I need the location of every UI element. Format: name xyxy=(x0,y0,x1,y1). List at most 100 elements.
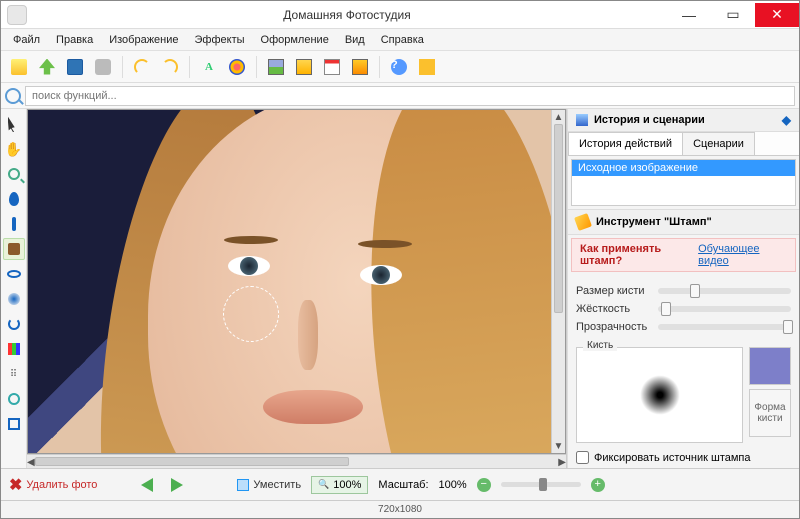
folder-icon xyxy=(11,59,27,75)
menu-file[interactable]: Файл xyxy=(5,31,48,49)
horizontal-scrollbar[interactable]: ◀ ▶ xyxy=(27,454,566,468)
tool-eyedropper[interactable] xyxy=(3,188,25,210)
zoom-out-button[interactable]: − xyxy=(477,478,491,492)
redo-button[interactable] xyxy=(158,55,182,79)
zoom-100-label: 100% xyxy=(333,479,361,491)
tool-blur[interactable] xyxy=(3,288,25,310)
delete-icon: ✖ xyxy=(9,475,22,495)
frame-icon xyxy=(296,59,312,75)
howto-link[interactable]: Обучающее видео xyxy=(698,243,787,267)
slider-knob[interactable] xyxy=(661,302,671,316)
tool-levels[interactable] xyxy=(3,338,25,360)
tool-heal[interactable]: ⠿ xyxy=(3,363,25,385)
zoom-icon xyxy=(8,168,20,180)
open-button[interactable] xyxy=(7,55,31,79)
delete-label: Удалить фото xyxy=(26,479,97,491)
palette-button[interactable] xyxy=(225,55,249,79)
export-button[interactable] xyxy=(35,55,59,79)
menubar: Файл Правка Изображение Эффекты Оформлен… xyxy=(1,29,799,51)
scroll-left-icon[interactable]: ◀ xyxy=(27,455,35,468)
canvas-content xyxy=(360,265,402,285)
hardness-label: Жёсткость xyxy=(576,303,652,315)
image-canvas[interactable]: ▲ ▼ xyxy=(27,109,566,454)
scroll-right-icon[interactable]: ▶ xyxy=(558,455,566,468)
tool-hand[interactable]: ✋ xyxy=(3,138,25,160)
tool-zoom[interactable] xyxy=(3,163,25,185)
maximize-button[interactable]: ▭ xyxy=(711,3,755,27)
history-icon xyxy=(576,114,588,126)
zoom-in-button[interactable]: + xyxy=(591,478,605,492)
card-icon xyxy=(352,59,368,75)
hardness-slider[interactable] xyxy=(658,306,791,312)
search-input[interactable] xyxy=(25,86,795,106)
scroll-thumb[interactable] xyxy=(35,457,349,466)
opacity-slider[interactable] xyxy=(658,324,791,330)
app-window: Домашняя Фотостудия — ▭ ✕ Файл Правка Из… xyxy=(0,0,800,519)
zoom-slider[interactable] xyxy=(501,482,581,487)
tool-circle[interactable] xyxy=(3,388,25,410)
scroll-thumb[interactable] xyxy=(554,124,563,313)
menu-edit[interactable]: Правка xyxy=(48,31,101,49)
scroll-down-icon[interactable]: ▼ xyxy=(552,439,565,453)
tool-crop[interactable] xyxy=(3,413,25,435)
tab-history[interactable]: История действий xyxy=(568,132,683,155)
spiral-icon xyxy=(8,318,20,330)
frame-button[interactable] xyxy=(292,55,316,79)
arrow-right-icon xyxy=(171,478,183,492)
minimize-button[interactable]: — xyxy=(667,3,711,27)
home-button[interactable] xyxy=(415,55,439,79)
save-button[interactable] xyxy=(63,55,87,79)
brush-shape-button[interactable]: Форма кисти xyxy=(749,389,791,437)
canvas-content xyxy=(298,300,318,370)
collapse-button[interactable]: ◆ xyxy=(782,113,791,127)
vertical-scrollbar[interactable]: ▲ ▼ xyxy=(551,110,565,453)
zoom-100-button[interactable]: 🔍 100% xyxy=(311,476,368,494)
tool-brush[interactable] xyxy=(3,213,25,235)
print-button[interactable] xyxy=(91,55,115,79)
brush-preview xyxy=(640,375,680,415)
scroll-track[interactable] xyxy=(552,124,565,439)
tool-warp[interactable] xyxy=(3,313,25,335)
menu-decor[interactable]: Оформление xyxy=(253,31,337,49)
palette-icon xyxy=(229,59,245,75)
rgb-icon xyxy=(8,343,20,355)
delete-photo-button[interactable]: ✖ Удалить фото xyxy=(9,475,97,495)
tool-panel-header: Инструмент "Штамп" xyxy=(568,209,799,235)
slider-knob[interactable] xyxy=(783,320,793,334)
slider-knob[interactable] xyxy=(539,478,547,491)
tool-stamp[interactable] xyxy=(3,238,25,260)
calendar-icon xyxy=(324,59,340,75)
calendar-button[interactable] xyxy=(320,55,344,79)
tool-move[interactable] xyxy=(3,113,25,135)
prev-image-button[interactable] xyxy=(137,475,157,495)
tool-redeye[interactable] xyxy=(3,263,25,285)
close-button[interactable]: ✕ xyxy=(755,3,799,27)
history-item[interactable]: Исходное изображение xyxy=(572,160,795,176)
history-panel-header: История и сценарии ◆ xyxy=(568,109,799,132)
tab-scenarios[interactable]: Сценарии xyxy=(682,132,755,155)
menu-image[interactable]: Изображение xyxy=(101,31,186,49)
text-button[interactable]: A xyxy=(197,55,221,79)
menu-help[interactable]: Справка xyxy=(373,31,432,49)
card-button[interactable] xyxy=(348,55,372,79)
undo-button[interactable] xyxy=(130,55,154,79)
history-list[interactable]: Исходное изображение xyxy=(571,159,796,206)
search-icon[interactable] xyxy=(5,88,21,104)
color-swatch[interactable] xyxy=(749,347,791,385)
scroll-up-icon[interactable]: ▲ xyxy=(552,110,565,124)
slider-knob[interactable] xyxy=(690,284,700,298)
fix-source-checkbox[interactable] xyxy=(576,451,589,464)
drop-icon xyxy=(9,192,19,206)
brush-preview-box[interactable] xyxy=(576,347,743,443)
eye-icon xyxy=(7,270,21,278)
menu-view[interactable]: Вид xyxy=(337,31,373,49)
next-image-button[interactable] xyxy=(167,475,187,495)
brush-icon xyxy=(12,217,16,231)
insert-image-button[interactable] xyxy=(264,55,288,79)
size-slider[interactable] xyxy=(658,288,791,294)
scroll-track[interactable] xyxy=(35,455,559,468)
text-icon: A xyxy=(205,61,213,73)
help-button[interactable]: ? xyxy=(387,55,411,79)
menu-effects[interactable]: Эффекты xyxy=(187,31,253,49)
fit-button[interactable]: Уместить xyxy=(237,479,301,491)
